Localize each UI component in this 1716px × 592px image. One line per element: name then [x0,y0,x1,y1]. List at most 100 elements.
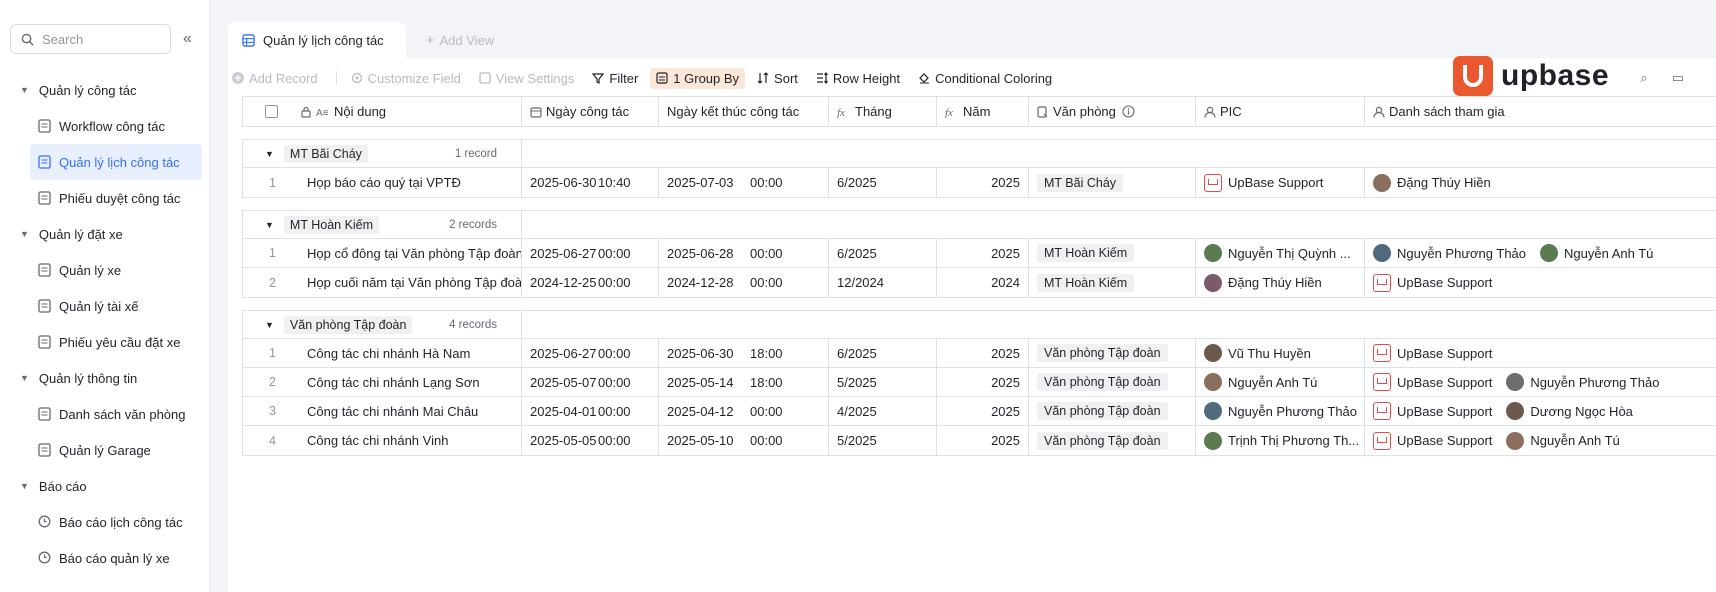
cell-pic[interactable]: Vũ Thu Huyền [1196,339,1365,367]
sidebar-group[interactable]: ▼ Quản lý thông tin [0,360,210,396]
person-chip[interactable]: Đặng Thúy Hiền [1373,173,1491,192]
column-header-pic[interactable]: PIC [1196,97,1365,126]
sidebar-item[interactable]: Báo cáo quản lý xe [0,540,202,576]
cell-danh-sach-tham-gia[interactable]: UpBase Support [1365,339,1685,367]
group-by-button[interactable]: 1 Group By [650,67,746,89]
person-chip[interactable]: UpBase Support [1373,373,1492,391]
person-chip[interactable]: UpBase Support [1373,273,1492,292]
cell-pic[interactable]: Trịnh Thị Phương Th... [1196,426,1365,455]
cell-pic[interactable]: Nguyễn Anh Tú [1196,368,1365,396]
cell-nam[interactable]: 2025 [937,397,1029,425]
cell-danh-sach-tham-gia[interactable]: UpBase Support Dương Ngọc Hòa [1365,397,1685,425]
cell-van-phong[interactable]: Văn phòng Tập đoàn [1029,368,1196,396]
filter-button[interactable]: Filter [592,71,638,86]
person-chip[interactable]: Đặng Thúy Hiền [1204,273,1322,292]
group-header[interactable]: ▼ MT Hoàn Kiếm 2 records [243,211,1716,239]
cell-ngay-ket-thuc[interactable]: 2025-05-10 00:00 [659,426,829,455]
cell-ngay-ket-thuc[interactable]: 2025-04-12 00:00 [659,397,829,425]
person-chip[interactable]: Dương Ngọc Hòa [1506,402,1633,420]
cell-nam[interactable]: 2025 [937,168,1029,197]
table-row[interactable]: 2 Công tác chi nhánh Lạng Sơn 2025-05-07 00… [243,368,1716,397]
sort-button[interactable]: Sort [757,71,798,86]
cell-ngay-cong-tac[interactable]: 2025-06-27 00:00 [522,239,659,267]
cell-van-phong[interactable]: MT Hoàn Kiếm [1029,268,1196,297]
sidebar-item[interactable]: Quản lý lịch công tác [30,144,202,180]
cell-danh-sach-tham-gia[interactable]: UpBase Support Nguyễn Phương Thảo [1365,368,1685,396]
column-header-van-phong[interactable]: Văn phòng [1029,97,1196,126]
customize-field-button[interactable]: Customize Field [351,71,461,86]
cell-van-phong[interactable]: Văn phòng Tập đoàn [1029,426,1196,455]
cell-thang[interactable]: 12/2024 [829,268,937,297]
table-row[interactable]: 1 Công tác chi nhánh Hà Nam 2025-06-27 00:0… [243,339,1716,368]
cell-danh-sach-tham-gia[interactable]: UpBase Support [1365,268,1685,297]
person-chip[interactable]: UpBase Support [1373,344,1492,362]
person-chip[interactable]: Nguyễn Anh Tú [1204,373,1317,391]
cell-noi-dung[interactable]: 2 Công tác chi nhánh Lạng Sơn [243,368,522,396]
table-row[interactable]: 1 Họp cổ đông tại Văn phòng Tập đoàn 2025-… [243,239,1716,268]
cell-ngay-ket-thuc[interactable]: 2025-06-28 00:00 [659,239,829,267]
person-chip[interactable]: Nguyễn Phương Thảo [1204,402,1357,420]
cell-nam[interactable]: 2025 [937,426,1029,455]
cell-ngay-cong-tac[interactable]: 2024-12-25 00:00 [522,268,659,297]
cell-ngay-ket-thuc[interactable]: 2024-12-28 00:00 [659,268,829,297]
person-chip[interactable]: UpBase Support [1373,402,1492,420]
cell-danh-sach-tham-gia[interactable]: Nguyễn Phương Thảo Nguyễn Anh Tú [1365,239,1685,267]
sidebar-group[interactable]: ▼ Báo cáo [0,468,210,504]
cell-thang[interactable]: 6/2025 [829,239,937,267]
info-icon[interactable] [1122,105,1135,118]
cell-thang[interactable]: 6/2025 [829,339,937,367]
sidebar-item[interactable]: Quản lý xe [0,252,202,288]
person-chip[interactable]: Vũ Thu Huyền [1204,344,1311,362]
add-view-button[interactable]: + Add View [426,32,494,49]
cell-van-phong[interactable]: MT Hoàn Kiếm [1029,239,1196,267]
cell-noi-dung[interactable]: 4 Công tác chi nhánh Vinh [243,426,522,455]
cell-noi-dung[interactable]: 1 Họp báo cáo quý tại VPTĐ [243,168,522,197]
cell-noi-dung[interactable]: 1 Công tác chi nhánh Hà Nam [243,339,522,367]
cell-nam[interactable]: 2025 [937,368,1029,396]
cell-van-phong[interactable]: MT Bãi Cháy [1029,168,1196,197]
cell-ngay-cong-tac[interactable]: 2025-05-05 00:00 [522,426,659,455]
sidebar-group[interactable]: ▼ Quản lý đặt xe [0,216,210,252]
search-records-icon[interactable]: ⌕ [1640,70,1647,86]
group-header[interactable]: ▼ MT Bãi Cháy 1 record [243,140,1716,168]
table-row[interactable]: 3 Công tác chi nhánh Mai Châu 2025-04-01 00… [243,397,1716,426]
search-input[interactable]: Search [10,24,171,54]
person-chip[interactable]: Nguyễn Phương Thảo [1373,244,1526,262]
row-height-button[interactable]: Row Height [816,71,900,86]
collapse-sidebar-icon[interactable]: « [183,30,192,48]
person-chip[interactable]: Trịnh Thị Phương Th... [1204,431,1359,450]
cell-ngay-cong-tac[interactable]: 2025-06-27 00:00 [522,339,659,367]
cell-noi-dung[interactable]: 2 Họp cuối năm tại Văn phòng Tập đoàn [243,268,522,297]
cell-thang[interactable]: 6/2025 [829,168,937,197]
column-header-nam[interactable]: fx Năm [937,97,1029,126]
person-chip[interactable]: Nguyễn Phương Thảo [1506,373,1659,391]
person-chip[interactable]: Nguyễn Anh Tú [1506,431,1620,450]
caret-down-icon[interactable]: ▼ [265,149,274,159]
table-row[interactable]: 4 Công tác chi nhánh Vinh 2025-05-05 00:00 2… [243,426,1716,455]
sidebar-group[interactable]: ▼ Quản lý công tác [0,72,210,108]
column-header-danh-sach-tham-gia[interactable]: Danh sách tham gia [1365,97,1685,126]
select-all-checkbox[interactable] [265,105,278,118]
sidebar-item[interactable]: Quản lý tài xế [0,288,202,324]
cell-pic[interactable]: Nguyễn Thị Quỳnh ... [1196,239,1365,267]
cell-danh-sach-tham-gia[interactable]: Đặng Thúy Hiền [1365,168,1685,197]
conditional-coloring-button[interactable]: Conditional Coloring [918,71,1052,86]
cell-danh-sach-tham-gia[interactable]: UpBase Support Nguyễn Anh Tú [1365,426,1685,455]
cell-thang[interactable]: 5/2025 [829,426,937,455]
cell-ngay-ket-thuc[interactable]: 2025-06-30 18:00 [659,339,829,367]
group-header[interactable]: ▼ Văn phòng Tập đoàn 4 records [243,311,1716,339]
sidebar-item[interactable]: Danh sách văn phòng [0,396,202,432]
cell-nam[interactable]: 2024 [937,268,1029,297]
table-row[interactable]: 1 Họp báo cáo quý tại VPTĐ 2025-06-30 10:40… [243,168,1716,197]
caret-down-icon[interactable]: ▼ [265,220,274,230]
tab-quan-ly-lich-cong-tac[interactable]: Quản lý lịch công tác [228,22,406,58]
person-chip[interactable]: Nguyễn Thị Quỳnh ... [1204,244,1351,262]
person-chip[interactable]: UpBase Support [1204,173,1323,192]
table-row[interactable]: 2 Họp cuối năm tại Văn phòng Tập đoàn 2024… [243,268,1716,297]
cell-pic[interactable]: UpBase Support [1196,168,1365,197]
view-settings-button[interactable]: View Settings [479,71,574,86]
sidebar-item[interactable]: Phiếu yêu cầu đặt xe [0,324,202,360]
cell-noi-dung[interactable]: 3 Công tác chi nhánh Mai Châu [243,397,522,425]
column-header-noi-dung[interactable]: A≡ Nội dung [243,97,522,126]
cell-nam[interactable]: 2025 [937,239,1029,267]
